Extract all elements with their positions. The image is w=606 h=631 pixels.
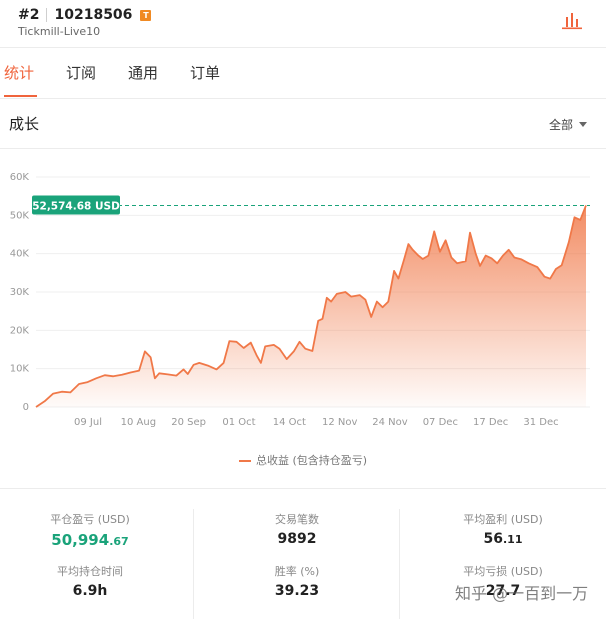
stat-label: 胜率 (%) (274, 565, 320, 578)
x-tick-label: 20 Sep (171, 417, 206, 428)
stat-value-dec: .67 (109, 535, 129, 548)
tab-stats[interactable]: 统计 (4, 62, 34, 83)
stat-value: 6.9h (72, 583, 108, 599)
stat-average-profit: 平均盈利 (USD) 56.11 (413, 511, 593, 547)
zhihu-watermark: 知乎 @一百到一万 (455, 584, 589, 603)
range-filter-dropdown[interactable]: 全部 (549, 116, 588, 133)
x-tick-label: 10 Aug (121, 417, 156, 428)
series-area (36, 205, 586, 407)
account-number: 10218506 (54, 7, 133, 23)
growth-chart-svg: 0 10K 20K 30K 40K 50K 60K 09 Jul 10 Aug 20 Sep 01 … (10, 172, 590, 428)
y-tick-label: 40K (10, 249, 30, 260)
stat-average-hold-time: 平均持仓时间 6.9h (0, 563, 180, 599)
x-tick-label: 07 Dec (423, 417, 458, 428)
y-tick-label: 60K (10, 172, 30, 183)
stat-win-rate: 胜率 (%) 39.23 (207, 563, 387, 599)
growth-chart: 0 10K 20K 30K 40K 50K 60K 09 Jul 10 Aug 20 Sep 01 … (0, 150, 606, 480)
chart-legend: 总收益 (包含持仓盈亏) (0, 452, 606, 468)
tab-general[interactable]: 通用 (128, 62, 158, 83)
x-tick-label: 01 Oct (222, 417, 255, 428)
stat-value-int: 50,994 (51, 531, 110, 549)
stat-label: 平均亏损 (USD) (463, 565, 543, 578)
divider (46, 8, 48, 22)
x-tick-label: 12 Nov (322, 417, 358, 428)
stat-label: 平仓盈亏 (USD) (50, 513, 130, 526)
stat-value: 9892 (277, 531, 317, 547)
y-tick-label: 10K (10, 364, 30, 375)
account-type-badge: T (140, 9, 152, 21)
bar-chart-icon[interactable] (561, 10, 583, 30)
y-tick-label: 0 (23, 402, 29, 413)
tab-orders[interactable]: 订单 (190, 62, 220, 83)
stats-panel: 平仓盈亏 (USD) 50,994.67 交易笔数 9892 平均盈利 (USD… (0, 488, 606, 631)
stat-value: 56.11 (413, 531, 593, 547)
stat-value: 39.23 (274, 583, 320, 599)
stat-label: 平均持仓时间 (57, 565, 123, 578)
column-divider (193, 509, 194, 619)
account-header: #2 10218506 T Tickmill-Live10 (0, 0, 606, 46)
stat-value-int: 56 (483, 531, 503, 547)
growth-section-header: 成长 全部 (0, 98, 606, 149)
range-filter-label: 全部 (549, 118, 574, 132)
active-tab-indicator (4, 95, 37, 97)
account-line: #2 10218506 T (18, 6, 152, 24)
x-tick-label: 24 Nov (372, 417, 408, 428)
x-tick-label: 09 Jul (74, 417, 102, 428)
x-tick-label: 14 Oct (273, 417, 306, 428)
current-value-label: 52,574.68 USD (32, 200, 120, 212)
x-tick-label: 17 Dec (473, 417, 508, 428)
rank-label: #2 (18, 7, 40, 23)
stat-label: 交易笔数 (275, 513, 319, 526)
stat-label: 平均盈利 (USD) (463, 513, 543, 526)
stat-trade-count: 交易笔数 9892 (207, 511, 387, 547)
tab-subscribe[interactable]: 订阅 (66, 62, 96, 83)
tab-bar: 统计 订阅 通用 订单 (0, 47, 606, 99)
section-title: 成长 (9, 115, 40, 133)
y-tick-label: 20K (10, 325, 30, 336)
broker-server: Tickmill-Live10 (18, 25, 101, 38)
legend-swatch (238, 460, 251, 462)
column-divider (399, 509, 400, 619)
x-tick-label: 31 Dec (523, 417, 558, 428)
legend-label: 总收益 (包含持仓盈亏) (255, 454, 368, 467)
caret-down-icon (579, 122, 588, 127)
stat-closed-pnl: 平仓盈亏 (USD) 50,994.67 (0, 511, 180, 549)
stat-value: 50,994.67 (0, 531, 180, 549)
stat-value-dec: .11 (502, 533, 523, 546)
y-tick-label: 30K (10, 287, 30, 298)
y-tick-label: 50K (10, 210, 30, 221)
